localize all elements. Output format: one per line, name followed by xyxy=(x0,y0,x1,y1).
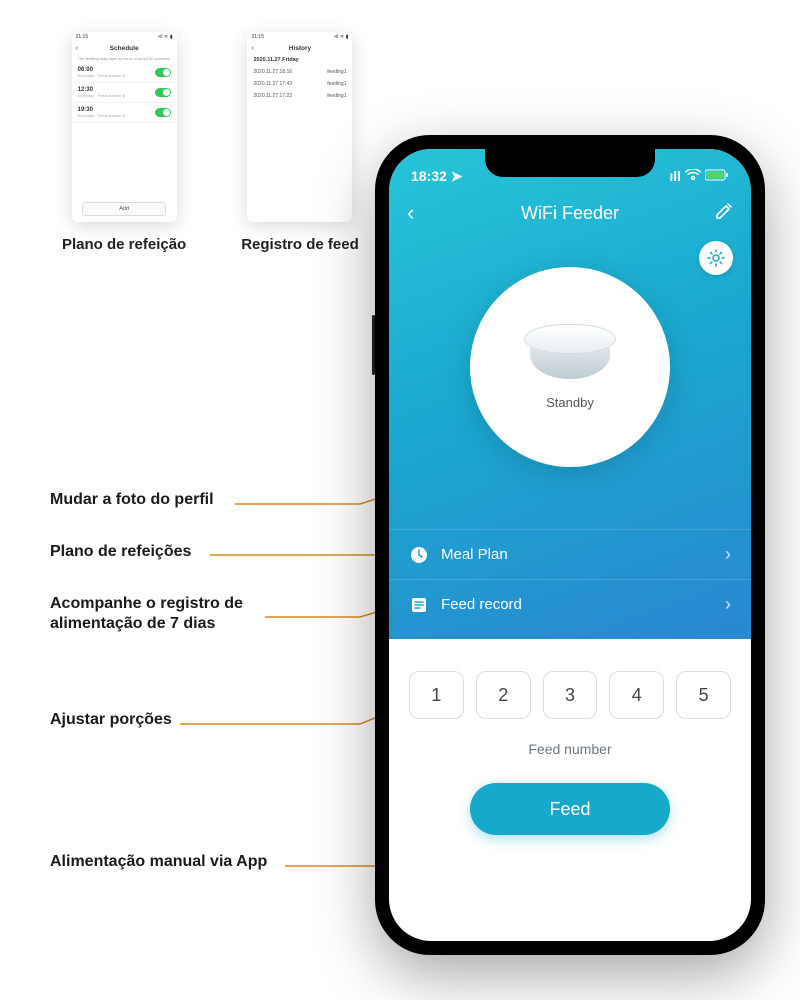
app-navbar: ‹ WiFi Feeder xyxy=(389,191,751,235)
list-icon xyxy=(409,595,429,615)
callout-portions: Ajustar porções xyxy=(50,710,172,730)
portion-button-4[interactable]: 4 xyxy=(609,671,664,719)
mini-history-title: History xyxy=(289,45,311,52)
status-time: 18:32 ➤ xyxy=(411,168,462,185)
battery-icon xyxy=(705,168,729,184)
history-row: 2020.11.27 17:22 feeding1 xyxy=(247,90,352,102)
phone-notch xyxy=(485,149,655,177)
mini-schedule-note: The feeding may have an error of about 3… xyxy=(72,54,177,63)
mini-history-caption: Registro de feed xyxy=(241,236,359,253)
schedule-row[interactable]: 06:00Everyday · Feed number 8 xyxy=(72,63,177,83)
mini-status-icons: •ıl ᯤ ▮ xyxy=(158,34,172,40)
portion-button-2[interactable]: 2 xyxy=(476,671,531,719)
feed-record-label: Feed record xyxy=(441,596,522,613)
feed-record-row[interactable]: Feed record › xyxy=(389,579,751,629)
mini-status-bar: 21:15 •ıl ᯤ ▮ xyxy=(247,32,352,42)
device-status: Standby xyxy=(546,395,594,410)
page-title: WiFi Feeder xyxy=(521,203,619,224)
add-schedule-button[interactable]: Add xyxy=(82,202,166,216)
callout-feed-record: Acompanhe o registro de alimentação de 7… xyxy=(50,594,243,634)
schedule-row[interactable]: 12:30Everyday · Feed number 8 xyxy=(72,83,177,103)
mini-schedule-title: Schedule xyxy=(110,45,139,52)
back-icon[interactable]: ‹ xyxy=(251,45,253,52)
mini-schedule-col: 21:15 •ıl ᯤ ▮ ‹ Schedule The feeding may… xyxy=(62,32,186,253)
clock-icon xyxy=(409,545,429,565)
mini-schedule-caption: Plano de refeição xyxy=(62,236,186,253)
feed-button[interactable]: Feed xyxy=(470,783,670,835)
history-row-ts: 2020.11.27 17:43 xyxy=(253,81,292,87)
meal-plan-label: Meal Plan xyxy=(441,546,508,563)
mini-history-screen: 21:15 •ıl ᯤ ▮ ‹ History 2020.11.27 Frida… xyxy=(247,32,352,222)
history-row: 2020.11.27 17:43 feeding1 xyxy=(247,78,352,90)
back-icon[interactable]: ‹ xyxy=(76,45,78,52)
signal-icon: ıll xyxy=(669,168,681,184)
mini-schedule-titlebar: ‹ Schedule xyxy=(72,42,177,54)
mini-status-time: 21:15 xyxy=(76,34,89,40)
status-right-icons: ıll xyxy=(669,168,729,184)
chevron-right-icon: › xyxy=(725,544,731,565)
bottom-section: 1 2 3 4 5 Feed number Feed xyxy=(389,639,751,855)
profile-photo-button[interactable]: Standby xyxy=(470,267,670,467)
toggle-switch[interactable] xyxy=(155,108,171,117)
mini-status-icons: •ıl ᯤ ▮ xyxy=(334,34,348,40)
history-row-tag: feeding1 xyxy=(327,93,346,99)
schedule-row[interactable]: 19:30Everyday · Feed number 8 xyxy=(72,103,177,123)
schedule-row-sub: Everyday · Feed number 8 xyxy=(78,93,125,98)
schedule-row-sub: Everyday · Feed number 8 xyxy=(78,113,125,118)
mini-status-time: 21:15 xyxy=(251,34,264,40)
mini-history-titlebar: ‹ History xyxy=(247,42,352,54)
portion-button-5[interactable]: 5 xyxy=(676,671,731,719)
settings-button[interactable] xyxy=(699,241,733,275)
history-row-tag: feeding1 xyxy=(327,69,346,75)
history-row-ts: 2020.11.27 17:22 xyxy=(253,93,292,99)
portion-label: Feed number xyxy=(409,741,731,757)
back-button[interactable]: ‹ xyxy=(407,200,414,226)
location-icon: ➤ xyxy=(451,168,463,184)
portion-button-1[interactable]: 1 xyxy=(409,671,464,719)
toggle-switch[interactable] xyxy=(155,68,171,77)
callout-manual-feed: Alimentação manual via App xyxy=(50,852,267,872)
history-row: 2020.11.27 18:16 feeding1 xyxy=(247,66,352,78)
history-row-tag: feeding1 xyxy=(327,81,346,87)
chevron-right-icon: › xyxy=(725,594,731,615)
app-hero-section: 18:32 ➤ ıll ‹ WiFi Feeder xyxy=(389,149,751,639)
mini-screenshots-row: 21:15 •ıl ᯤ ▮ ‹ Schedule The feeding may… xyxy=(62,32,359,253)
meal-plan-row[interactable]: Meal Plan › xyxy=(389,529,751,579)
phone-screen: 18:32 ➤ ıll ‹ WiFi Feeder xyxy=(389,149,751,941)
callout-meal-plan: Plano de refeições xyxy=(50,542,191,562)
schedule-row-sub: Everyday · Feed number 8 xyxy=(78,73,125,78)
portion-button-3[interactable]: 3 xyxy=(543,671,598,719)
gear-icon xyxy=(707,249,725,267)
mini-history-col: 21:15 •ıl ᯤ ▮ ‹ History 2020.11.27 Frida… xyxy=(241,32,359,253)
status-time-value: 18:32 xyxy=(411,168,447,184)
mini-schedule-screen: 21:15 •ıl ᯤ ▮ ‹ Schedule The feeding may… xyxy=(72,32,177,222)
phone-mockup: 18:32 ➤ ıll ‹ WiFi Feeder xyxy=(375,135,765,955)
portion-row: 1 2 3 4 5 xyxy=(409,671,731,719)
edit-icon[interactable] xyxy=(715,202,733,225)
history-row-ts: 2020.11.27 18:16 xyxy=(253,69,292,75)
callout-profile: Mudar a foto do perfil xyxy=(50,490,214,510)
bowl-icon xyxy=(520,324,620,379)
toggle-switch[interactable] xyxy=(155,88,171,97)
history-date-header: 2020.11.27 Friday xyxy=(247,54,352,66)
wifi-icon xyxy=(685,168,701,184)
mini-status-bar: 21:15 •ıl ᯤ ▮ xyxy=(72,32,177,42)
